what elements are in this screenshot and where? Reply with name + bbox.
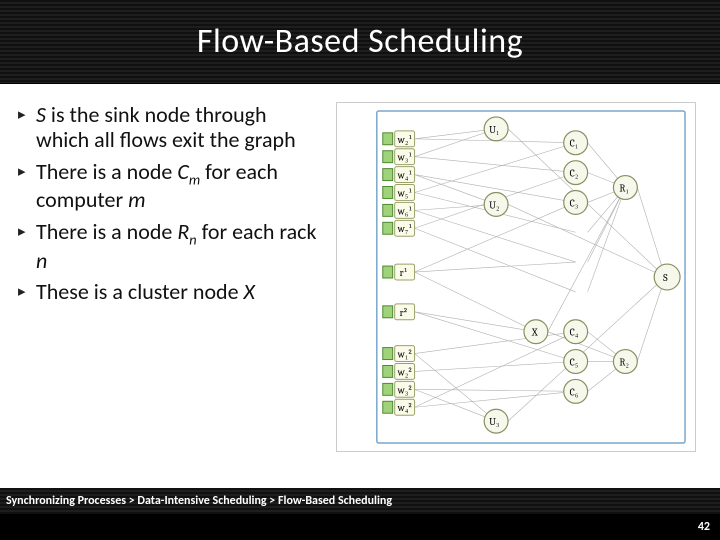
- svg-text:w₄²: w₄²: [397, 402, 413, 414]
- svg-text:U₃: U₃: [489, 417, 499, 428]
- svg-text:r²: r²: [400, 307, 408, 319]
- svg-text:C₆: C₆: [570, 387, 579, 398]
- x-node: X: [524, 320, 548, 344]
- list-item: ▸ There is a node Cm for each computer m: [18, 159, 318, 213]
- worker-node: w₃²: [383, 381, 415, 397]
- page-number: 42: [698, 520, 710, 534]
- slide-title: Flow-Based Scheduling: [197, 21, 523, 62]
- u-nodes-group: U₁ U₂ U₃: [484, 117, 508, 433]
- svg-text:C₄: C₄: [570, 328, 579, 339]
- bullet-text: There is a node Rn for each rack n: [36, 219, 318, 273]
- svg-text:w₂²: w₂²: [397, 366, 413, 378]
- worker-node: w₅¹: [383, 185, 415, 201]
- worker-node: w₇¹: [383, 220, 415, 236]
- page-number-bar: 42: [0, 514, 720, 540]
- worker-node: w₆¹: [383, 202, 415, 218]
- r-node: r²: [383, 304, 415, 320]
- list-item: ▸ These is a cluster node X: [18, 279, 318, 304]
- worker-node: w₄¹: [383, 167, 415, 183]
- slide-body: ▸ S is the sink node through which all f…: [0, 84, 720, 488]
- svg-text:R₂: R₂: [619, 357, 629, 368]
- bullet-text: S is the sink node through which all flo…: [36, 102, 318, 153]
- breadcrumb-text: Synchronizing Processes > Data-Intensive…: [6, 494, 392, 508]
- worker-node: w₃¹: [383, 149, 415, 165]
- svg-text:C₁: C₁: [570, 139, 579, 150]
- bullet-text: There is a node Cm for each computer m: [36, 159, 318, 213]
- worker-node: w₄²: [383, 399, 415, 415]
- bullet-text: These is a cluster node X: [36, 279, 255, 304]
- svg-text:w₃¹: w₃¹: [397, 152, 413, 164]
- diagram-container: w₂¹ w₃¹ w₄¹ w₅¹ w₆¹ w₇¹ r¹ r² w₁² w₂² w₃…: [326, 102, 706, 484]
- bullet-marker: ▸: [18, 219, 36, 273]
- svg-text:r¹: r¹: [400, 267, 408, 279]
- svg-text:S: S: [663, 273, 668, 284]
- svg-text:C₃: C₃: [570, 198, 579, 209]
- worker-nodes-group: w₂¹ w₃¹ w₄¹ w₅¹ w₆¹ w₇¹ r¹ r² w₁² w₂² w₃…: [383, 131, 415, 415]
- breadcrumb: Synchronizing Processes > Data-Intensive…: [0, 488, 720, 514]
- graph-edges: [415, 129, 666, 421]
- svg-text:U₂: U₂: [489, 200, 499, 211]
- worker-node: w₂²: [383, 364, 415, 380]
- svg-text:w₃²: w₃²: [397, 384, 413, 396]
- svg-text:X: X: [531, 328, 538, 339]
- svg-text:w₄¹: w₄¹: [397, 170, 413, 182]
- flow-graph-diagram: w₂¹ w₃¹ w₄¹ w₅¹ w₆¹ w₇¹ r¹ r² w₁² w₂² w₃…: [336, 102, 696, 452]
- svg-text:w₆¹: w₆¹: [397, 205, 413, 217]
- bullet-list: ▸ S is the sink node through which all f…: [18, 102, 318, 484]
- svg-text:U₁: U₁: [489, 125, 499, 136]
- c-nodes-group: C₁ C₂ C₃ C₄ C₅ C₆: [564, 131, 588, 403]
- rack-nodes-group: R₁ R₂: [613, 176, 637, 374]
- list-item: ▸ There is a node Rn for each rack n: [18, 219, 318, 273]
- svg-text:w₂¹: w₂¹: [397, 134, 413, 146]
- bullet-marker: ▸: [18, 102, 36, 153]
- svg-text:R₁: R₁: [619, 183, 629, 194]
- svg-text:w₅¹: w₅¹: [397, 187, 413, 199]
- bullet-marker: ▸: [18, 279, 36, 304]
- worker-node: w₁²: [383, 346, 415, 362]
- svg-text:C₅: C₅: [570, 357, 579, 368]
- svg-text:w₇¹: w₇¹: [397, 223, 413, 235]
- sink-node: S: [654, 264, 680, 290]
- r-node: r¹: [383, 264, 415, 280]
- svg-text:w₁²: w₁²: [397, 349, 413, 361]
- svg-text:C₂: C₂: [570, 169, 579, 180]
- worker-node: w₂¹: [383, 131, 415, 147]
- bullet-marker: ▸: [18, 159, 36, 213]
- list-item: ▸ S is the sink node through which all f…: [18, 102, 318, 153]
- title-bar: Flow-Based Scheduling: [0, 0, 720, 84]
